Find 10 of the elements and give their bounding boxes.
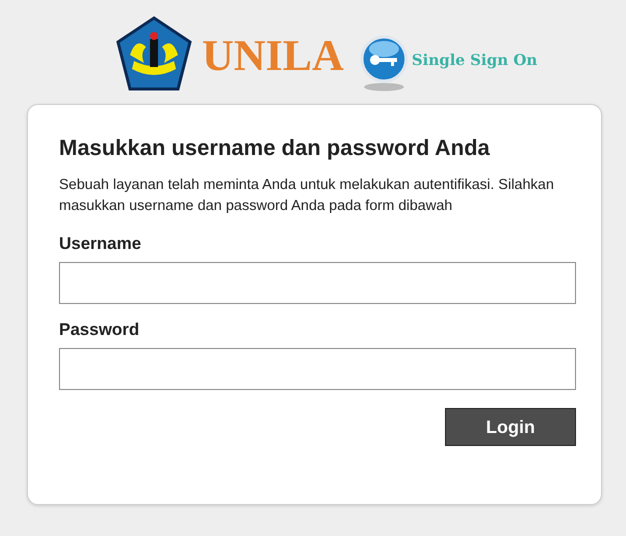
- form-description: Sebuah layanan telah meminta Anda untuk melakukan autentifikasi. Silahkan masukkan username dan password Anda pada form dibawah: [59, 176, 555, 216]
- brand-name: UNILA: [202, 30, 344, 80]
- form-title: Masukkan username dan password Anda: [59, 135, 491, 161]
- input-field[interactable]: [59, 262, 576, 304]
- input-field[interactable]: [59, 348, 576, 390]
- tagline: Single Sign On: [412, 51, 538, 69]
- key-icon: [358, 34, 410, 92]
- login-button[interactable]: Login: [445, 408, 576, 446]
- field-label: Password: [59, 320, 140, 340]
- field-label: Username: [59, 234, 142, 254]
